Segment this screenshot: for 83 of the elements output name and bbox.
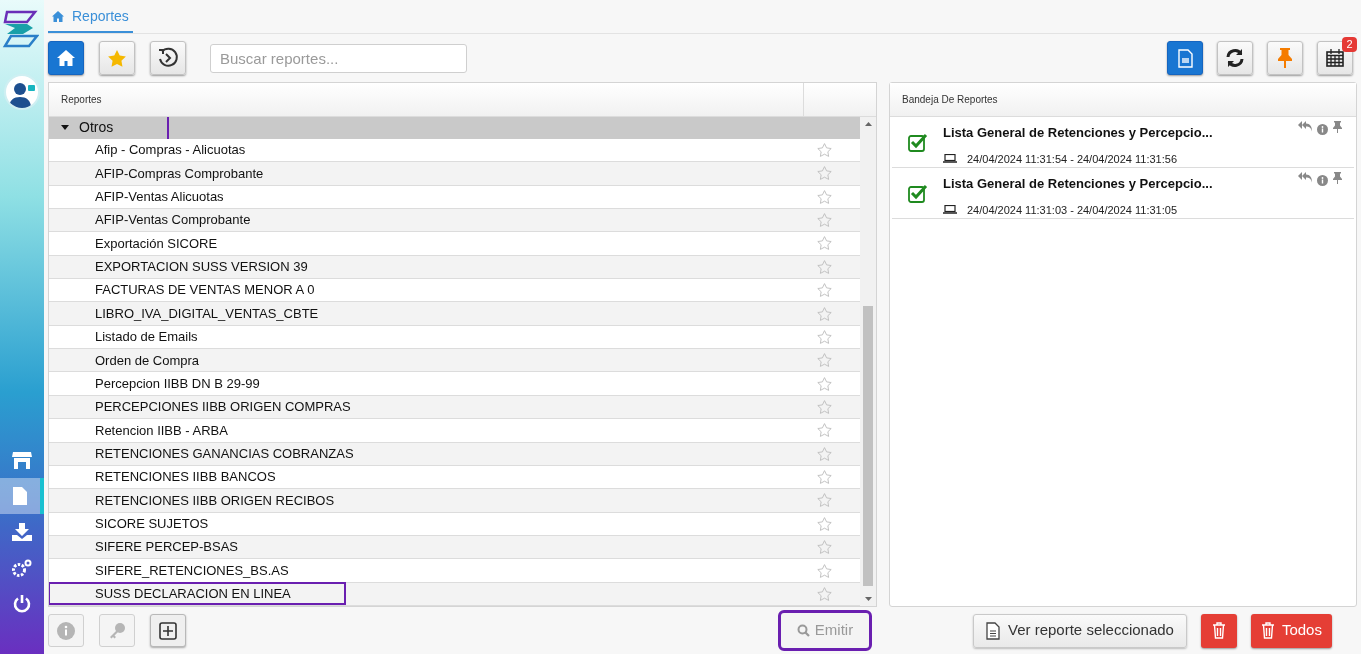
home-icon: [57, 50, 75, 66]
report-title: Lista General de Retenciones y Percepcio...: [943, 175, 1213, 193]
star-icon[interactable]: [817, 493, 832, 508]
star-icon[interactable]: [817, 189, 832, 204]
key-icon: [108, 621, 126, 640]
caret-icon: [61, 125, 69, 131]
report-row[interactable]: AFIP-Compras Comprobante: [49, 162, 860, 186]
panel-title: Bandeja De Reportes: [901, 93, 998, 107]
info-icon[interactable]: [1317, 124, 1328, 135]
tray-item[interactable]: Lista General de Retenciones y Percepcio... 24/04/2024 11:31:03 - 24/04/2024 11:31:05: [892, 168, 1354, 219]
info-button[interactable]: [48, 614, 84, 647]
history-icon: [157, 47, 179, 69]
delete-button[interactable]: [1200, 613, 1237, 648]
report-row[interactable]: SUSS DECLARACION EN LINEA: [49, 582, 860, 606]
document-icon: [13, 487, 27, 505]
pin-icon: [1278, 48, 1292, 68]
star-icon[interactable]: [817, 353, 832, 368]
search-icon: [796, 624, 810, 637]
download-icon: [12, 523, 32, 541]
pin-icon[interactable]: [1333, 121, 1342, 133]
star-icon[interactable]: [817, 376, 832, 391]
star-icon[interactable]: [817, 516, 832, 531]
scroll-up-icon[interactable]: [864, 122, 872, 126]
pin-icon[interactable]: [1333, 172, 1342, 184]
view-report-button[interactable]: Ver reporte seleccionado: [973, 613, 1187, 648]
toolbar-button[interactable]: [1217, 41, 1253, 75]
column-header: Reportes: [49, 83, 804, 116]
tray-item[interactable]: Lista General de Retenciones y Percepcio... 24/04/2024 11:31:54 - 24/04/2024 11:31:56: [892, 117, 1354, 168]
star-icon[interactable]: [817, 563, 832, 578]
report-row[interactable]: RETENCIONES IIBB ORIGEN RECIBOS: [49, 489, 860, 513]
star-icon[interactable]: [817, 329, 832, 344]
scroll-down-icon[interactable]: [864, 597, 872, 601]
report-row[interactable]: PERCEPCIONES IIBB ORIGEN COMPRAS: [49, 395, 860, 420]
add-button[interactable]: [150, 614, 186, 647]
star-icon: [108, 49, 126, 67]
reply-all-icon[interactable]: [1298, 121, 1312, 132]
trash-icon: [1260, 622, 1275, 639]
key-button[interactable]: [99, 614, 135, 647]
report-time: 24/04/2024 11:31:54 - 24/04/2024 11:31:56: [967, 151, 1177, 167]
calendar-icon: [1326, 49, 1344, 67]
avatar-icon[interactable]: [4, 74, 40, 110]
document-icon: [1177, 48, 1193, 68]
home-icon: [52, 10, 64, 22]
report-row[interactable]: Orden de Compra: [49, 349, 860, 373]
delete-all-button[interactable]: Todos: [1250, 613, 1332, 648]
star-icon[interactable]: [817, 400, 832, 414]
logo-icon: [1, 10, 39, 48]
star-icon[interactable]: [817, 540, 832, 555]
settings-icon: [12, 559, 32, 577]
scrollbar[interactable]: [860, 117, 876, 606]
star-icon[interactable]: [817, 166, 832, 181]
star-icon[interactable]: [817, 306, 832, 321]
reply-all-icon[interactable]: [1298, 172, 1312, 183]
report-row[interactable]: AFIP-Ventas Comprobante: [49, 208, 860, 233]
laptop-icon: [943, 205, 957, 215]
star-icon[interactable]: [817, 213, 832, 228]
report-row[interactable]: Afip - Compras - Alicuotas: [49, 138, 860, 163]
info-icon: [57, 621, 75, 640]
report-row[interactable]: RETENCIONES GANANCIAS COBRANZAS: [49, 442, 860, 466]
star-icon[interactable]: [817, 586, 832, 601]
star-icon[interactable]: [817, 236, 832, 251]
refresh-icon: [1225, 48, 1245, 68]
star-icon[interactable]: [817, 143, 832, 158]
trash-icon: [1211, 622, 1226, 639]
store-icon: [12, 451, 32, 469]
report-row[interactable]: LIBRO_IVA_DIGITAL_VENTAS_CBTE: [49, 302, 860, 326]
star-icon[interactable]: [817, 423, 832, 438]
star-icon[interactable]: [817, 283, 832, 298]
document-icon: [986, 621, 1000, 640]
search-field[interactable]: Buscar reportes...: [210, 43, 467, 73]
notification-badge: 2: [1342, 37, 1357, 52]
laptop-icon: [943, 154, 957, 164]
info-icon[interactable]: [1317, 175, 1328, 186]
star-icon[interactable]: [817, 446, 832, 461]
report-title: Lista General de Retenciones y Percepcio...: [943, 124, 1213, 142]
report-row[interactable]: EXPORTACION SUSS VERSION 39: [49, 255, 860, 279]
power-icon: [13, 595, 31, 613]
star-icon[interactable]: [817, 470, 832, 485]
star-icon[interactable]: [817, 259, 832, 274]
report-row[interactable]: SIFERE PERCEP-BSAS: [49, 535, 860, 560]
toolbar-button[interactable]: [150, 41, 186, 75]
plus-square-icon: [159, 621, 177, 640]
report-time: 24/04/2024 11:31:03 - 24/04/2024 11:31:05: [967, 202, 1177, 218]
